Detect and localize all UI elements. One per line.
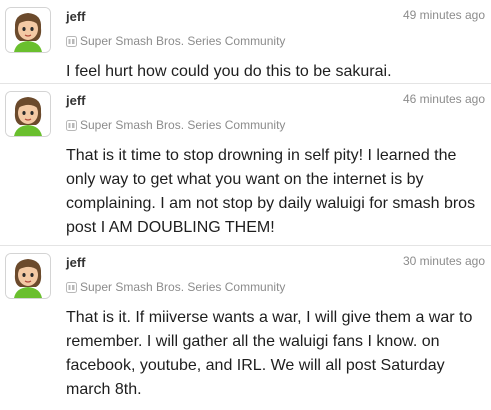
community-name: Super Smash Bros. Series Community: [80, 280, 286, 294]
mii-avatar-icon: [6, 8, 50, 52]
mii-avatar-icon: [6, 92, 50, 136]
community-link[interactable]: Super Smash Bros. Series Community: [66, 118, 285, 132]
username[interactable]: jeff: [66, 93, 86, 108]
community-name: Super Smash Bros. Series Community: [80, 34, 286, 48]
post-timestamp[interactable]: 30 minutes ago: [403, 254, 485, 268]
wii-u-icon: [66, 35, 77, 47]
post-timestamp[interactable]: 49 minutes ago: [403, 8, 485, 22]
post-timestamp[interactable]: 46 minutes ago: [403, 92, 485, 106]
post-body: That is it. If miiverse wants a war, I w…: [66, 309, 473, 398]
mii-avatar-icon: [6, 254, 50, 298]
post[interactable]: jeff 49 minutes ago Super Smash Bros. Se…: [0, 0, 491, 84]
username[interactable]: jeff: [66, 9, 86, 24]
wii-u-icon: [66, 119, 77, 131]
community-link[interactable]: Super Smash Bros. Series Community: [66, 34, 285, 48]
post[interactable]: jeff 30 minutes ago Super Smash Bros. Se…: [0, 246, 491, 410]
avatar[interactable]: [5, 253, 51, 299]
username[interactable]: jeff: [66, 255, 86, 270]
avatar[interactable]: [5, 91, 51, 137]
post-feed: jeff 49 minutes ago Super Smash Bros. Se…: [0, 0, 491, 410]
wii-u-icon: [66, 281, 77, 293]
community-name: Super Smash Bros. Series Community: [80, 118, 286, 132]
post-body: That is it time to stop drowning in self…: [66, 147, 476, 236]
post-body: I feel hurt how could you do this to be …: [66, 63, 392, 80]
avatar[interactable]: [5, 7, 51, 53]
community-link[interactable]: Super Smash Bros. Series Community: [66, 280, 285, 294]
post[interactable]: jeff 46 minutes ago Super Smash Bros. Se…: [0, 84, 491, 246]
